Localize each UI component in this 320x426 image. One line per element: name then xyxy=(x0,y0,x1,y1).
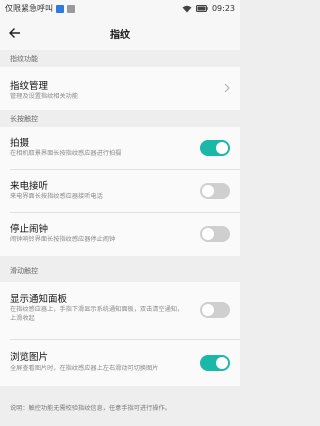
notification-icon xyxy=(67,4,75,13)
back-arrow-icon xyxy=(9,28,20,38)
wifi-icon xyxy=(182,5,192,12)
app-header: 指纹 xyxy=(0,17,240,50)
photo-toggle[interactable] xyxy=(200,140,230,156)
battery-icon xyxy=(195,5,208,12)
section-header-swipe: 滑动触控 xyxy=(10,266,38,275)
item-subtitle: 在相机取景界面长按指纹感应器进行拍摄 xyxy=(10,150,122,157)
footer-text: 说明：触控功能无需校验指纹信息，任意手指可进行操作。 xyxy=(10,405,171,412)
toggle-knob xyxy=(202,304,214,316)
page-title: 指纹 xyxy=(110,30,130,41)
toggle-knob xyxy=(202,228,214,240)
toggle-knob xyxy=(216,357,228,369)
item-title: 停止闹钟 xyxy=(10,224,49,235)
item-title: 来电接听 xyxy=(10,181,49,192)
item-subtitle: 闹钟响铃界面长按指纹感应器停止闹钟 xyxy=(10,236,116,243)
item-subtitle: 在指纹感应器上，手指下滑显示系统通知面板，双击清空通知，上滑收起 xyxy=(10,306,184,322)
answer-call-item[interactable]: 来电接听 来电界面长按指纹感应器接听电话 xyxy=(0,170,240,213)
toggle-knob xyxy=(216,142,228,154)
item-title: 浏览图片 xyxy=(10,352,49,363)
stop-alarm-item[interactable]: 停止闹钟 闹钟响铃界面长按指纹感应器停止闹钟 xyxy=(0,213,240,256)
answer-call-toggle[interactable] xyxy=(200,183,230,199)
browse-images-item[interactable]: 浏览图片 全屏查看图片时，在指纹感应器上左右滑动可切换图片 xyxy=(0,340,240,386)
section-header-long-press: 长按触控 xyxy=(10,114,38,123)
back-button[interactable] xyxy=(6,24,24,42)
footer-note: 说明：触控功能无需校验指纹信息，任意手指可进行操作。 xyxy=(0,400,240,426)
notification-panel-item[interactable]: 显示通知面板 在指纹感应器上，手指下滑显示系统通知面板，双击清空通知，上滑收起 xyxy=(0,282,240,340)
item-title: 显示通知面板 xyxy=(10,294,68,305)
section-header-fingerprint: 指纹功能 xyxy=(10,54,38,63)
chevron-right-icon xyxy=(224,83,230,93)
item-title: 拍摄 xyxy=(10,138,30,149)
notification-panel-toggle[interactable] xyxy=(200,302,230,318)
item-subtitle: 管理及设置指纹相关功能 xyxy=(10,93,79,100)
fingerprint-manage-item[interactable]: 指纹管理 管理及设置指纹相关功能 xyxy=(0,67,240,110)
stop-alarm-toggle[interactable] xyxy=(200,226,230,242)
item-subtitle: 来电界面长按指纹感应器接听电话 xyxy=(10,193,103,200)
notification-icon xyxy=(56,4,64,13)
item-title: 指纹管理 xyxy=(10,81,49,92)
status-bar: 仅限紧急呼叫 09:23 xyxy=(0,0,240,17)
toggle-knob xyxy=(202,185,214,197)
browse-images-toggle[interactable] xyxy=(200,355,230,371)
carrier-text: 仅限紧急呼叫 xyxy=(5,4,53,13)
item-subtitle: 全屏查看图片时，在指纹感应器上左右滑动可切换图片 xyxy=(10,365,159,372)
photo-item[interactable]: 拍摄 在相机取景界面长按指纹感应器进行拍摄 xyxy=(0,127,240,170)
clock: 09:23 xyxy=(211,4,235,13)
